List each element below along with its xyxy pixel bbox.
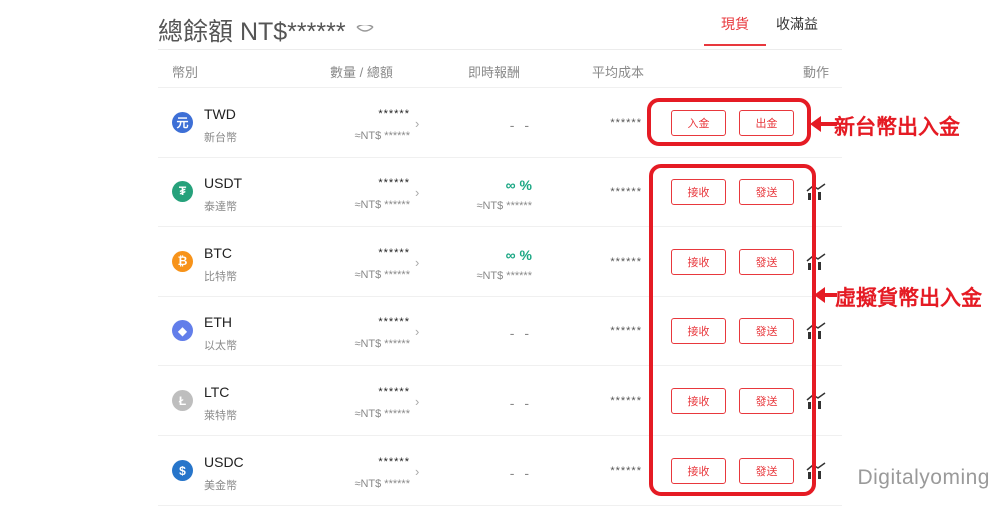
col-pnl: 即時報酬 <box>468 65 521 80</box>
coin-pnl: - - <box>509 465 532 481</box>
coin-symbol: BTC <box>204 244 232 261</box>
twd-icon: 元 <box>172 112 193 133</box>
chevron-right-icon[interactable]: › <box>415 324 419 339</box>
coin-symbol: USDT <box>204 174 243 191</box>
fiat-highlight-box <box>647 98 811 146</box>
chevron-right-icon[interactable]: › <box>415 116 419 131</box>
coin-symbol: TWD <box>204 106 236 122</box>
coin-total-value: ≈NT$ ****** <box>354 338 410 351</box>
coin-pnl: - - <box>509 117 532 133</box>
chevron-right-icon[interactable]: › <box>415 464 419 479</box>
tab-bar: 現貨 收滿益 <box>704 14 828 46</box>
coin-quantity: ****** <box>378 386 410 399</box>
coin-quantity: ****** <box>378 456 410 468</box>
crypto-annotation: 虛擬貨幣出入金 <box>835 287 982 310</box>
usdt-icon: ₮ <box>172 180 193 202</box>
coin-pnl: - - <box>509 325 532 342</box>
coin-avg-cost: ****** <box>610 395 642 408</box>
coin-name: 萊特幣 <box>204 410 237 423</box>
coin-total-value: ≈NT$ ****** <box>354 198 410 211</box>
coin-avg-cost: ****** <box>610 117 642 129</box>
coin-quantity: ****** <box>378 316 410 329</box>
total-balance: 總餘額 NT$****** <box>158 12 374 48</box>
btc-icon: ₿ <box>172 250 193 272</box>
eye-closed-icon[interactable] <box>356 25 374 35</box>
coin-avg-cost: ****** <box>610 325 642 338</box>
coin-name: 新台幣 <box>204 132 237 144</box>
coin-avg-cost: ****** <box>610 465 642 477</box>
coin-avg-cost: ****** <box>610 185 642 198</box>
total-balance-label: 總餘額 NT$****** <box>158 18 346 46</box>
coin-pnl: - - <box>509 395 532 412</box>
coin-pnl: ∞ % <box>505 246 532 263</box>
coin-total-value: ≈NT$ ****** <box>354 408 410 421</box>
coin-name: 泰達幣 <box>204 200 237 213</box>
coin-total-value: ≈NT$ ****** <box>354 130 410 142</box>
col-currency: 幣別 <box>172 65 199 80</box>
coin-avg-cost: ****** <box>610 255 642 268</box>
coin-name: 比特幣 <box>204 270 237 283</box>
coin-quantity: ****** <box>378 246 410 259</box>
coin-pnl-value: ≈NT$ ****** <box>476 199 532 212</box>
usdc-icon: $ <box>172 460 193 481</box>
col-quantity: 數量 / 總額 <box>330 65 393 80</box>
eth-icon: ◆ <box>172 320 193 342</box>
coin-symbol: LTC <box>204 384 230 401</box>
coin-pnl-value: ≈NT$ ****** <box>476 269 532 282</box>
coin-pnl: ∞ % <box>505 176 532 193</box>
coin-symbol: ETH <box>204 314 232 331</box>
tab-earnings[interactable]: 收滿益 <box>766 14 828 46</box>
ltc-icon: Ł <box>172 390 193 412</box>
fiat-annotation: 新台幣出入金 <box>834 116 960 139</box>
coin-quantity: ****** <box>378 176 410 189</box>
col-avg-cost: 平均成本 <box>592 65 645 80</box>
tab-spot[interactable]: 現貨 <box>704 14 766 46</box>
coin-quantity: ****** <box>378 108 410 120</box>
chevron-right-icon[interactable]: › <box>415 394 419 409</box>
header-divider <box>158 49 842 50</box>
chevron-right-icon[interactable]: › <box>415 255 419 270</box>
col-action: 動作 <box>803 65 830 80</box>
table-header: 幣別 數量 / 總額 即時報酬 平均成本 動作 <box>158 62 842 80</box>
coin-name: 以太幣 <box>204 340 237 353</box>
coin-total-value: ≈NT$ ****** <box>354 268 410 281</box>
coin-name: 美金幣 <box>204 480 237 492</box>
coin-symbol: USDC <box>204 454 244 470</box>
crypto-highlight-box <box>649 164 816 496</box>
coin-total-value: ≈NT$ ****** <box>354 478 410 490</box>
watermark: Digitalyoming <box>857 466 990 489</box>
chevron-right-icon[interactable]: › <box>415 185 419 200</box>
